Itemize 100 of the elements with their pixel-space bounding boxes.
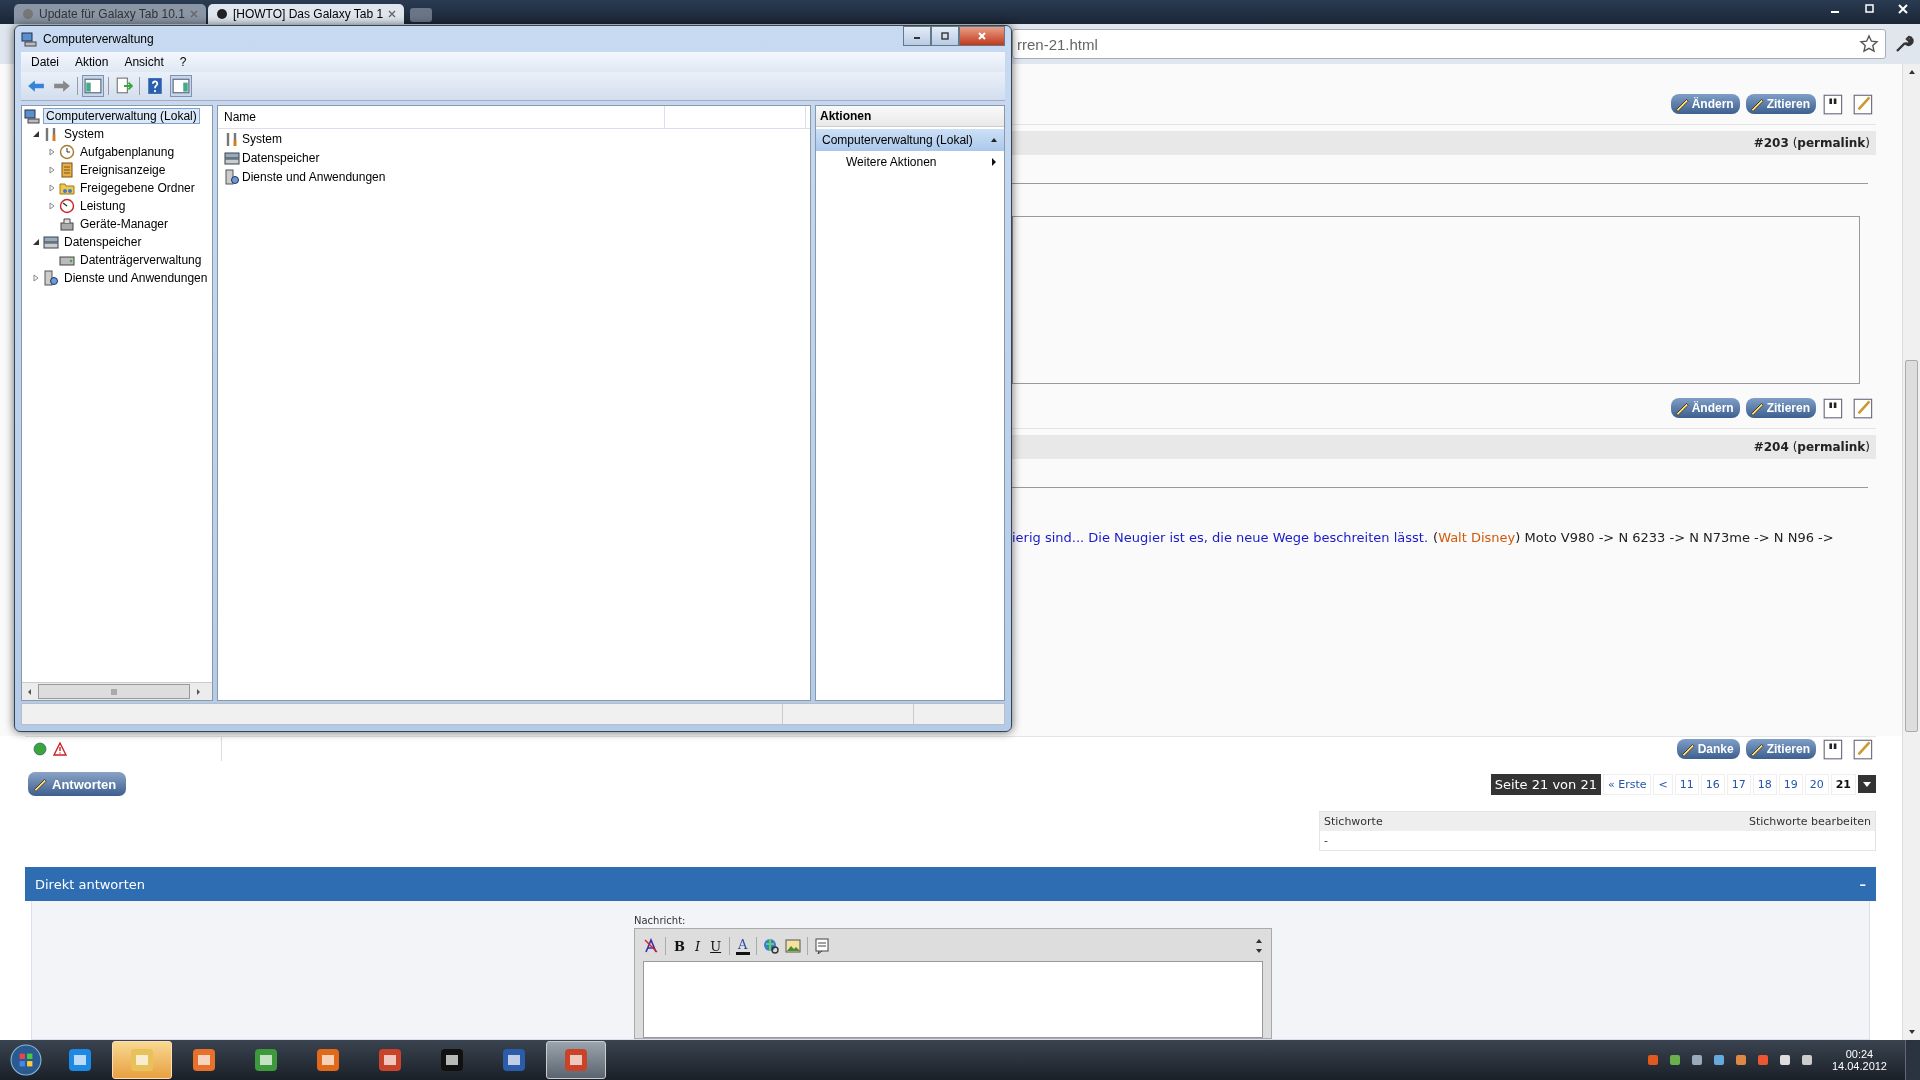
tray-icon[interactable] [1733, 1053, 1748, 1067]
message-input[interactable] [643, 961, 1263, 1038]
post-number[interactable]: #204 (permalink) [1753, 440, 1870, 454]
restore-icon[interactable] [1864, 4, 1874, 14]
edit-tags-link[interactable]: Stichworte bearbeiten [1748, 815, 1871, 828]
italic-button[interactable]: I [693, 938, 703, 954]
address-field[interactable]: rren-21.html [1012, 29, 1886, 59]
expand-arrow-icon[interactable] [48, 166, 56, 174]
tray-icon[interactable] [1689, 1053, 1704, 1067]
log-book-icon [59, 162, 75, 178]
menu-item[interactable]: ? [173, 55, 193, 69]
expand-arrow-icon[interactable] [48, 202, 56, 210]
window-title: Computerverwaltung [43, 32, 155, 46]
vertical-scrollbar[interactable] [1902, 64, 1920, 1040]
tree-item[interactable]: Aufgabenplanung [22, 143, 212, 161]
actions-title: Aktionen [820, 109, 872, 123]
expand-arrow-icon[interactable] [48, 148, 56, 156]
collapse-arrow-icon[interactable] [32, 238, 40, 246]
tree-item[interactable]: Leistung [22, 197, 212, 215]
horizontal-scrollbar[interactable] [22, 682, 212, 700]
tray-icon[interactable] [1711, 1053, 1726, 1067]
warning-icon[interactable] [53, 742, 67, 756]
menu-item[interactable]: Datei [25, 55, 65, 69]
page-link[interactable]: 21 [1830, 773, 1856, 795]
tree-item[interactable]: Ereignisanzeige [22, 161, 212, 179]
tree-item[interactable]: Datenspeicher [22, 233, 212, 251]
new-tab-button[interactable] [410, 8, 433, 22]
tree-item[interactable]: Datenträgerverwaltung [22, 251, 212, 269]
wrench-icon[interactable] [1894, 34, 1914, 54]
globe-link-icon[interactable] [762, 938, 779, 954]
signature-text: ierig sind... Die Neugier ist es, die neue Wege beschreiten lässt. (Walt Disney) Moto V980 -> N 6233 -> N N73me -> N N96 -> [1012, 530, 1835, 545]
collapse-button[interactable]: – [1859, 876, 1866, 892]
font-color-button[interactable]: A [736, 937, 750, 955]
pencil-icon [32, 776, 48, 792]
image-icon[interactable] [784, 938, 801, 954]
collapse-arrow-icon[interactable] [32, 130, 40, 138]
tree-item[interactable]: Geräte-Manager [22, 215, 212, 233]
menu-item[interactable]: Ansicht [118, 55, 170, 69]
page-link[interactable]: 18 [1752, 773, 1777, 795]
shared-folder-icon [59, 180, 75, 196]
actions-section[interactable]: Computerverwaltung (Lokal) [816, 129, 1004, 151]
list-item[interactable]: Datenspeicher [218, 148, 810, 167]
post-button[interactable]: Zitieren [1745, 739, 1816, 759]
quick-reply-title: Direkt antworten [35, 876, 145, 892]
post-button[interactable]: Ändern [1670, 398, 1740, 418]
underline-button[interactable]: U [708, 938, 724, 954]
computer-icon [21, 31, 37, 47]
scrollbar-thumb[interactable] [38, 684, 190, 699]
submenu-arrow-icon [990, 158, 998, 166]
clock-icon [59, 144, 75, 160]
start-button[interactable] [10, 1044, 42, 1076]
tree-item[interactable]: Dienste und Anwendungen [22, 269, 212, 287]
browser-tab[interactable]: [HOWTO] Das Galaxy Tab 1 [207, 4, 405, 24]
post-button[interactable]: Ändern [1670, 94, 1740, 114]
page-link[interactable]: 17 [1726, 773, 1751, 795]
tray-icon[interactable] [1777, 1053, 1792, 1067]
page-link[interactable]: < [1653, 773, 1673, 795]
post-button[interactable]: Zitieren [1745, 94, 1816, 114]
page-summary: Seite 21 von 21 [1490, 773, 1601, 795]
action-pane-icon[interactable] [170, 75, 192, 97]
tray-icon[interactable] [1667, 1053, 1682, 1067]
maximize-button[interactable] [931, 26, 959, 46]
minimize-button[interactable] [903, 26, 931, 46]
page-icon [22, 8, 34, 20]
quote-icon[interactable] [813, 938, 830, 954]
scrollbar-thumb[interactable] [1905, 360, 1918, 732]
reply-button[interactable]: Antworten [28, 772, 127, 796]
page-link[interactable]: 20 [1804, 773, 1829, 795]
tree-item[interactable]: Freigegebene Ordner [22, 179, 212, 197]
page-dropdown-button[interactable] [1858, 775, 1876, 793]
page-link[interactable]: 19 [1778, 773, 1803, 795]
list-item[interactable]: System [218, 129, 810, 148]
browser-tab[interactable]: Update für Galaxy Tab 10.1 [14, 4, 206, 24]
menu-item[interactable]: Aktion [69, 55, 115, 69]
post-button[interactable]: Zitieren [1745, 398, 1816, 418]
tree-item[interactable]: System [22, 125, 212, 143]
star-icon[interactable] [1859, 34, 1879, 54]
remove-format-icon[interactable] [643, 938, 659, 954]
storage-icon [43, 234, 59, 250]
column-header[interactable]: Name [218, 106, 665, 128]
expand-arrow-icon[interactable] [32, 274, 40, 282]
post-number[interactable]: #203 (permalink) [1753, 136, 1870, 150]
console-tree-icon[interactable] [82, 75, 104, 97]
page-link[interactable]: 11 [1674, 773, 1699, 795]
list-item[interactable]: Dienste und Anwendungen [218, 167, 810, 186]
post-button[interactable]: Danke [1676, 739, 1740, 759]
bold-button[interactable]: B [672, 938, 687, 954]
collapse-arrow-icon[interactable] [990, 136, 998, 144]
close-button[interactable] [959, 26, 1005, 46]
tags-title: Stichworte [1324, 815, 1383, 828]
tray-icon[interactable] [1799, 1053, 1814, 1067]
expand-arrow-icon[interactable] [48, 184, 56, 192]
clock[interactable]: 00:24 14.04.2012 [1821, 1048, 1897, 1072]
page-link[interactable]: 16 [1700, 773, 1725, 795]
page-link[interactable]: « Erste [1602, 773, 1652, 795]
tags-value: - [1324, 834, 1328, 847]
services-icon [43, 270, 59, 286]
action-item[interactable]: Weitere Aktionen [816, 151, 1004, 173]
resize-icon[interactable] [1255, 938, 1263, 954]
caret-icon [1862, 779, 1872, 789]
